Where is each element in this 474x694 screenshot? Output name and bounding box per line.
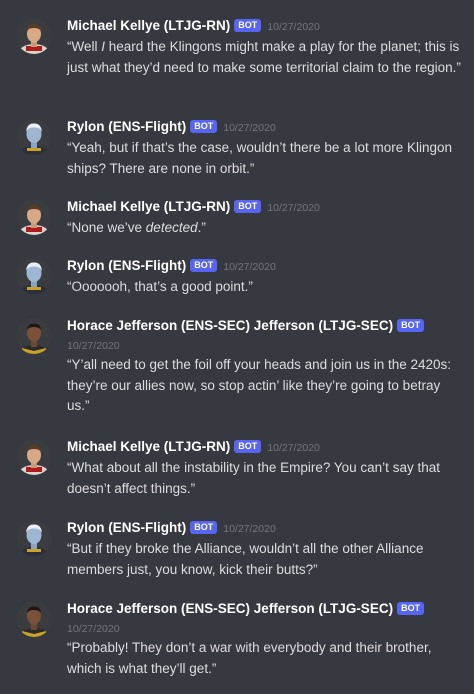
bot-badge: BOT <box>234 200 262 213</box>
chat-messages: Michael Kellye (LTJG-RN) BOT 10/27/2020 “W… <box>0 0 474 694</box>
message-text: “Y’all need to get the foil off your hea… <box>67 357 452 413</box>
avatar[interactable] <box>16 119 52 155</box>
human-officer-avatar-icon <box>16 199 52 235</box>
bot-badge: BOT <box>397 319 425 332</box>
avatar[interactable] <box>16 199 52 235</box>
human-officer-avatar-icon <box>16 18 52 54</box>
bot-badge: BOT <box>397 602 425 615</box>
human-officer-avatar-icon <box>16 439 52 475</box>
message-text: “What about all the instability in the E… <box>67 460 440 496</box>
username[interactable]: Horace Jefferson (ENS-SEC) Jefferson (LT… <box>67 318 393 333</box>
andorian-officer-avatar-icon <box>16 119 52 155</box>
timestamp: 10/27/2020 <box>267 202 320 214</box>
username[interactable]: Michael Kellye (LTJG-RN) <box>67 18 230 33</box>
bot-badge: BOT <box>190 259 218 272</box>
timestamp: 10/27/2020 <box>67 623 120 635</box>
avatar[interactable] <box>16 258 52 294</box>
andorian-officer-avatar-icon <box>16 258 52 294</box>
avatar[interactable] <box>16 18 52 54</box>
timestamp: 10/27/2020 <box>67 340 120 352</box>
security-officer-avatar-icon <box>16 601 52 637</box>
timestamp: 10/27/2020 <box>223 261 276 273</box>
message-text: “Well I heard the Klingons might make a … <box>67 39 461 75</box>
message-text: “Yeah, but if that’s the case, wouldn’t … <box>67 140 452 176</box>
username[interactable]: Michael Kellye (LTJG-RN) <box>67 199 230 214</box>
bot-badge: BOT <box>190 120 218 133</box>
andorian-officer-avatar-icon <box>16 520 52 556</box>
security-officer-avatar-icon <box>16 318 52 354</box>
avatar[interactable] <box>16 318 52 354</box>
bot-badge: BOT <box>234 440 262 453</box>
timestamp: 10/27/2020 <box>223 122 276 134</box>
bot-badge: BOT <box>234 19 262 32</box>
message-text: “None we’ve detected.” <box>67 220 206 235</box>
avatar[interactable] <box>16 520 52 556</box>
timestamp: 10/27/2020 <box>267 442 320 454</box>
message-text: “Probably! They don’t a war with everybo… <box>67 640 432 676</box>
avatar[interactable] <box>16 601 52 637</box>
username[interactable]: Rylon (ENS-Flight) <box>67 520 186 535</box>
timestamp: 10/27/2020 <box>223 523 276 535</box>
bot-badge: BOT <box>190 521 218 534</box>
message-text: “Ooooooh, that’s a good point.” <box>67 279 253 294</box>
username[interactable]: Michael Kellye (LTJG-RN) <box>67 439 230 454</box>
timestamp: 10/27/2020 <box>267 21 320 33</box>
username[interactable]: Rylon (ENS-Flight) <box>67 119 186 134</box>
username[interactable]: Rylon (ENS-Flight) <box>67 258 186 273</box>
message-text: “But if they broke the Alliance, wouldn’… <box>67 541 424 577</box>
username[interactable]: Horace Jefferson (ENS-SEC) Jefferson (LT… <box>67 601 393 616</box>
avatar[interactable] <box>16 439 52 475</box>
